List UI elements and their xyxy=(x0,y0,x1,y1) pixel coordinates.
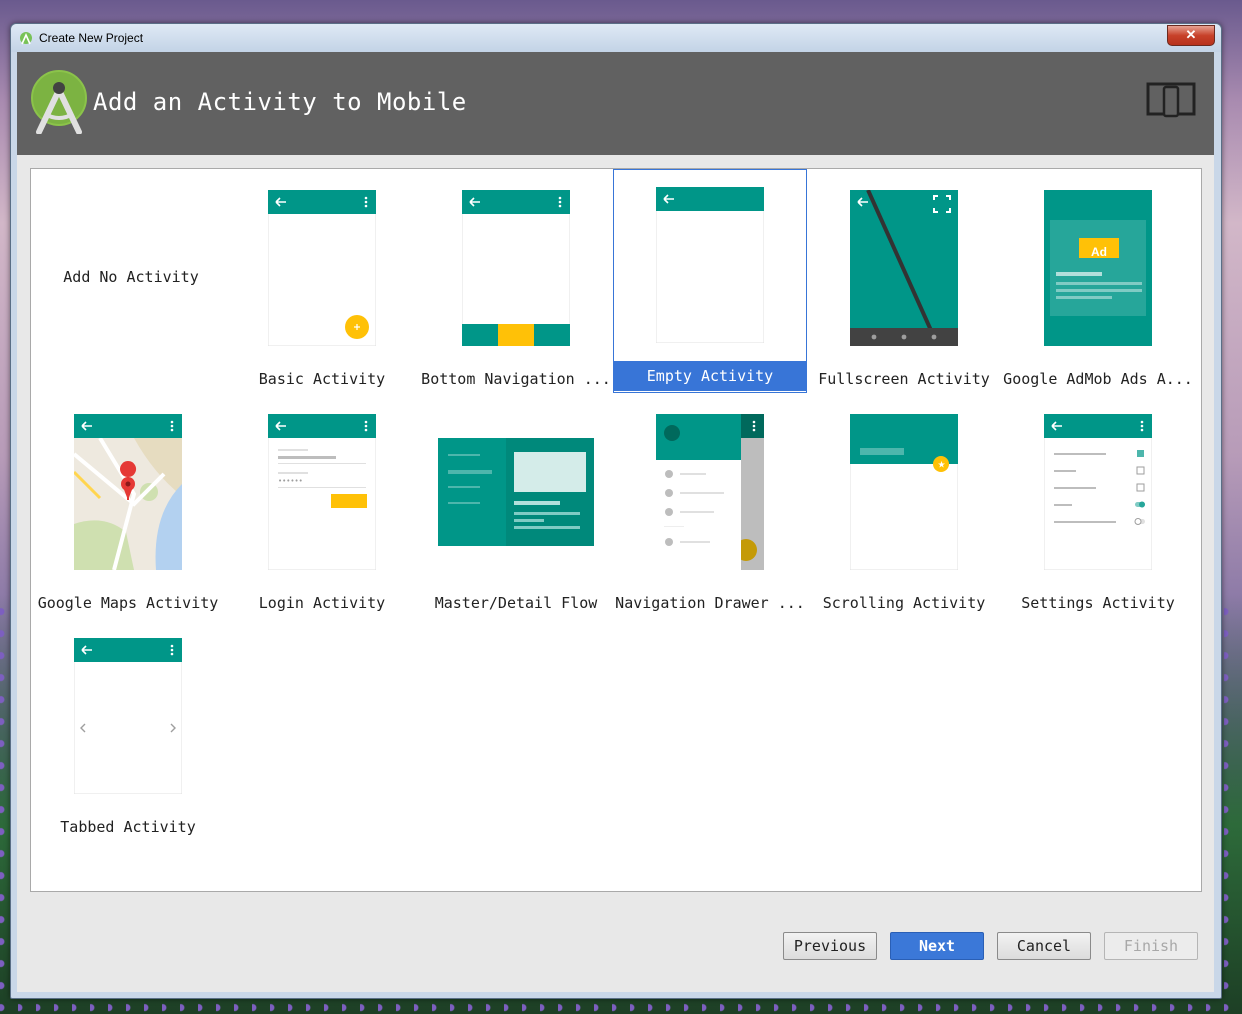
template-label: Google AdMob Ads A... xyxy=(1003,370,1193,388)
basic-activity-thumbnail xyxy=(268,190,376,346)
template-google-maps[interactable]: Google Maps Activity xyxy=(31,396,225,620)
template-fullscreen-activity[interactable]: Fullscreen Activity xyxy=(807,172,1001,396)
svg-text:★: ★ xyxy=(938,461,946,471)
window-title: Create New Project xyxy=(39,31,144,45)
template-master-detail[interactable]: Master/Detail Flow xyxy=(419,396,613,620)
template-label: Navigation Drawer ... xyxy=(615,594,805,612)
template-label: Scrolling Activity xyxy=(822,594,986,612)
template-navigation-drawer[interactable]: Navigation Drawer ... xyxy=(613,396,807,620)
template-label: Empty Activity xyxy=(613,361,807,391)
login-activity-thumbnail: •••••• xyxy=(268,414,376,570)
template-label: Fullscreen Activity xyxy=(818,370,990,388)
dialog-window: Create New Project ✕ Add an Activity to … xyxy=(10,23,1222,999)
mobile-device-icon xyxy=(1146,82,1196,118)
template-scrolling-activity[interactable]: ★ Scrolling Activity xyxy=(807,396,1001,620)
template-label: Login Activity xyxy=(258,594,386,612)
maps-thumbnail xyxy=(74,414,182,570)
scrolling-activity-thumbnail: ★ xyxy=(850,414,958,570)
bottom-navigation-thumbnail xyxy=(462,190,570,346)
template-label: Add No Activity xyxy=(63,268,199,286)
template-label: Basic Activity xyxy=(258,370,386,388)
wizard-header: Add an Activity to Mobile xyxy=(17,52,1214,155)
template-login-activity[interactable]: •••••• Login Activity xyxy=(225,396,419,620)
android-studio-icon xyxy=(20,32,32,45)
template-admob-ads[interactable]: Ad Google AdMob Ads A... xyxy=(1001,172,1195,396)
svg-text:••••••: •••••• xyxy=(278,477,303,485)
master-detail-thumbnail xyxy=(438,438,594,546)
template-bottom-navigation[interactable]: Bottom Navigation ... xyxy=(419,172,613,396)
template-label: Google Maps Activity xyxy=(37,594,219,612)
android-studio-logo xyxy=(31,70,87,134)
template-gallery: Add No Activity Basic Activity Bottom Na… xyxy=(30,168,1202,892)
page-title: Add an Activity to Mobile xyxy=(93,88,467,116)
template-label: Settings Activity xyxy=(1021,594,1175,612)
next-button[interactable]: Next xyxy=(890,932,984,960)
template-tabbed-activity[interactable]: Tabbed Activity xyxy=(31,620,225,844)
title-bar[interactable]: Create New Project ✕ xyxy=(11,24,1221,52)
template-settings-activity[interactable]: Settings Activity xyxy=(1001,396,1195,620)
ad-badge-label: Ad xyxy=(1091,245,1107,259)
settings-activity-thumbnail xyxy=(1044,414,1152,570)
fullscreen-activity-thumbnail xyxy=(850,190,958,346)
tabbed-activity-thumbnail xyxy=(74,638,182,794)
close-button[interactable]: ✕ xyxy=(1167,25,1215,46)
template-empty-activity[interactable]: Empty Activity xyxy=(613,169,807,393)
finish-button[interactable]: Finish xyxy=(1104,932,1198,960)
admob-thumbnail xyxy=(1044,190,1152,346)
navigation-drawer-thumbnail xyxy=(656,414,764,570)
template-label: Master/Detail Flow xyxy=(434,594,598,612)
template-no-activity[interactable]: Add No Activity xyxy=(34,172,228,396)
template-label: Bottom Navigation ... xyxy=(421,370,611,388)
template-label: Tabbed Activity xyxy=(60,818,196,836)
cancel-button[interactable]: Cancel xyxy=(997,932,1091,960)
template-basic-activity[interactable]: Basic Activity xyxy=(225,172,419,396)
previous-button[interactable]: Previous xyxy=(783,932,877,960)
dialog-client: Add an Activity to Mobile Add No Activit… xyxy=(17,52,1214,992)
empty-activity-thumbnail xyxy=(656,187,764,343)
